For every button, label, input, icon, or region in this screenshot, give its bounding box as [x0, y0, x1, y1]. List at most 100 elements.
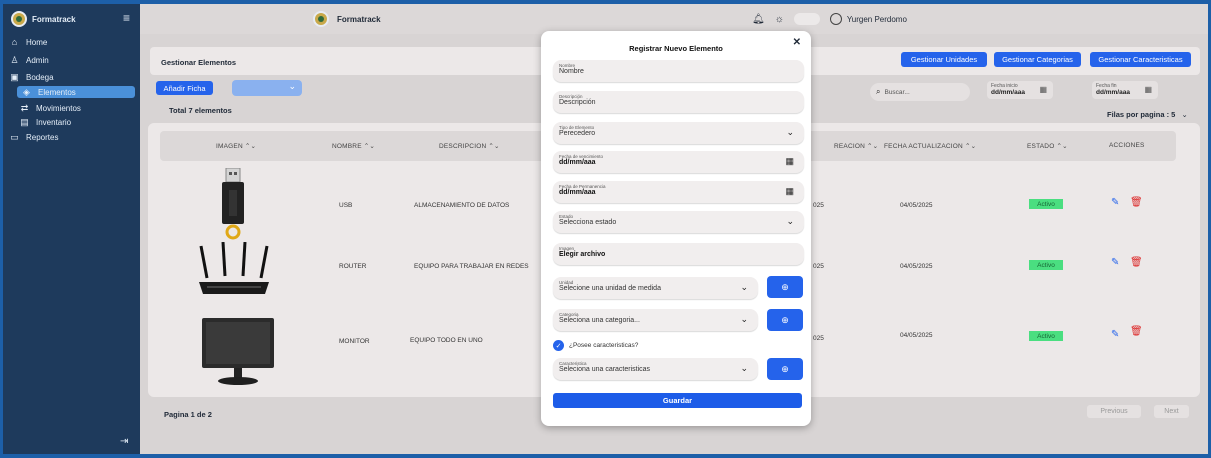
- category-select[interactable]: Categoria Seleciona una categoria... ⌄: [553, 309, 758, 331]
- edit-icon[interactable]: ✎: [1111, 197, 1119, 208]
- header-estado[interactable]: ESTADO ⌃⌄: [1027, 142, 1068, 150]
- feature-select[interactable]: Caracteristica Seleciona una caracterist…: [553, 358, 758, 380]
- has-features-checkbox[interactable]: ✓ ¿Posee caracteristicas?: [553, 340, 638, 351]
- status-badge: Activo: [1029, 199, 1063, 209]
- report-icon: ▭: [10, 131, 19, 142]
- add-category-button[interactable]: ⊕: [767, 309, 803, 331]
- field-value: Seleciona una categoria...: [559, 317, 640, 324]
- search-placeholder: Buscar...: [884, 88, 910, 96]
- sidebar-item-reportes[interactable]: ▭ Reportes: [9, 131, 58, 143]
- add-feature-button[interactable]: ⊕: [767, 358, 803, 380]
- end-date-field[interactable]: Fecha fin dd/mm/aaa ▦: [1092, 81, 1158, 99]
- cell-nombre: USB: [339, 202, 353, 209]
- header-label: DESCRIPCION: [439, 143, 487, 150]
- calendar-icon: ▦: [1144, 85, 1152, 94]
- image-file-input[interactable]: Imagen Elegir archivo: [553, 243, 804, 265]
- next-button[interactable]: Next: [1154, 405, 1189, 418]
- cell-descripcion: EQUIPO PARA TRABAJAR EN REDES: [414, 263, 529, 270]
- field-value: Descripción: [559, 99, 596, 106]
- sidebar-item-label: Home: [26, 37, 48, 47]
- trash-icon[interactable]: 🗑︎: [1130, 326, 1143, 337]
- add-item-button[interactable]: Añadir Ficha: [156, 81, 213, 95]
- add-unit-button[interactable]: ⊕: [767, 276, 803, 298]
- field-value: Perecedero: [559, 130, 596, 137]
- arrows-icon: ⇄: [20, 102, 29, 113]
- sidebar-item-inventario[interactable]: ▤ Inventario: [19, 116, 71, 128]
- calendar-icon[interactable]: ▦: [785, 156, 794, 167]
- sidebar-item-bodega[interactable]: ▣ Bodega: [9, 71, 53, 83]
- status-badge: Activo: [1029, 260, 1063, 270]
- register-element-modal: Registrar Nuevo Elemento ✕ Nombre Nombre…: [541, 31, 811, 426]
- manage-categories-button[interactable]: Gestionar Categorias: [994, 52, 1081, 67]
- search-input[interactable]: ⌕ Buscar...: [870, 83, 970, 101]
- header-label: IMAGEN: [216, 143, 243, 150]
- sidebar-item-admin[interactable]: ♙ Admin: [9, 54, 48, 66]
- filter-dropdown[interactable]: [232, 80, 302, 96]
- header-nombre[interactable]: NOMBRE ⌃⌄: [332, 142, 375, 150]
- calendar-icon[interactable]: ▦: [785, 186, 794, 197]
- header-fecha-actualizacion[interactable]: FECHA ACTUALIZACION ⌃⌄: [884, 142, 976, 150]
- calendar-icon: ▦: [1039, 85, 1047, 94]
- bell-icon[interactable]: 🔔︎: [752, 14, 765, 25]
- header-label: NOMBRE: [332, 143, 362, 150]
- logo-icon: [313, 11, 329, 27]
- manage-features-button[interactable]: Gestionar Caracteristicas: [1090, 52, 1191, 67]
- monitor-image: [202, 318, 274, 385]
- name-field[interactable]: Nombre Nombre: [553, 60, 804, 82]
- sun-icon: ☼: [774, 13, 784, 25]
- total-count: Total 7 elementos: [169, 106, 232, 115]
- header-descripcion[interactable]: DESCRIPCION ⌃⌄: [439, 142, 500, 150]
- save-button[interactable]: Guardar: [553, 393, 802, 408]
- field-value: Nombre: [559, 68, 584, 75]
- user-avatar-icon: [829, 13, 842, 25]
- edit-icon[interactable]: ✎: [1111, 329, 1119, 340]
- topbar-brand-name: Formatrack: [337, 14, 381, 24]
- cell-descripcion: ALMACENAMIENTO DE DATOS: [414, 202, 510, 209]
- cell-descripcion: EQUIPO TODO EN UNO: [410, 337, 483, 344]
- header-label: REACION: [834, 143, 866, 150]
- type-select[interactable]: Tipo de Elemento Perecedero ⌄: [553, 122, 804, 144]
- unit-select[interactable]: Unidad Selecione una unidad de medida ⌄: [553, 277, 758, 299]
- sidebar-item-home[interactable]: ⌂ Home: [9, 36, 48, 48]
- check-icon: ✓: [553, 340, 564, 351]
- field-value: Seleciona una caracteristicas: [559, 366, 651, 373]
- previous-button[interactable]: Previous: [1087, 405, 1141, 418]
- pagination-label: Pagina 1 de 2: [164, 410, 212, 419]
- close-icon[interactable]: ✕: [793, 37, 801, 48]
- trash-icon[interactable]: 🗑︎: [1130, 197, 1143, 208]
- user-name: Yurgen Perdomo: [846, 14, 907, 24]
- start-date-field[interactable]: Fecha inicio dd/mm/aaa ▦: [987, 81, 1053, 99]
- theme-toggle[interactable]: [793, 13, 820, 25]
- expiry-date-field[interactable]: Fecha de vencimiento dd/mm/aaa ▦: [553, 151, 804, 173]
- field-value: Elegir archivo: [559, 251, 606, 258]
- plus-circle-icon: ⊕: [781, 314, 789, 325]
- status-select[interactable]: Estado Selecciona estado ⌄: [553, 211, 804, 233]
- trash-icon[interactable]: 🗑︎: [1130, 257, 1143, 268]
- description-field[interactable]: Descripción Descripción: [553, 91, 804, 113]
- user-menu[interactable]: Yurgen Perdomo: [829, 13, 907, 25]
- menu-icon[interactable]: ≡: [123, 12, 130, 24]
- edit-icon[interactable]: ✎: [1111, 257, 1119, 268]
- cell-fecha-creacion: 025: [813, 335, 824, 342]
- header-label: ACCIONES: [1109, 142, 1145, 149]
- cell-nombre: ROUTER: [339, 263, 367, 270]
- logo-icon: [11, 11, 27, 27]
- header-fecha-creacion[interactable]: REACION ⌃⌄: [834, 142, 878, 150]
- rows-per-page[interactable]: Filas por pagina : 5 ⌄: [1107, 110, 1188, 119]
- cell-fecha-creacion: 025: [813, 202, 824, 209]
- sidebar-brand[interactable]: Formatrack: [11, 10, 76, 28]
- manage-units-button[interactable]: Gestionar Unidades: [901, 52, 987, 67]
- cell-fecha-actualizacion: 04/05/2025: [900, 202, 933, 209]
- usb-image: [222, 168, 244, 240]
- logout-icon[interactable]: ⇥: [120, 436, 128, 447]
- cell-fecha-creacion: 025: [813, 263, 824, 270]
- box-icon: ▣: [10, 71, 19, 82]
- sidebar-item-movimientos[interactable]: ⇄ Movimientos: [19, 102, 81, 114]
- header-imagen[interactable]: IMAGEN ⌃⌄: [216, 142, 256, 150]
- chevron-down-icon: ⌄: [786, 127, 794, 137]
- header-label: ESTADO: [1027, 143, 1055, 150]
- sidebar-item-label: Movimientos: [36, 103, 81, 113]
- sidebar-item-elementos[interactable]: ◈ Elementos: [17, 86, 135, 98]
- permanence-date-field[interactable]: Fecha de Permanencia dd/mm/aaa ▦: [553, 181, 804, 203]
- topbar-brand: Formatrack: [313, 11, 381, 27]
